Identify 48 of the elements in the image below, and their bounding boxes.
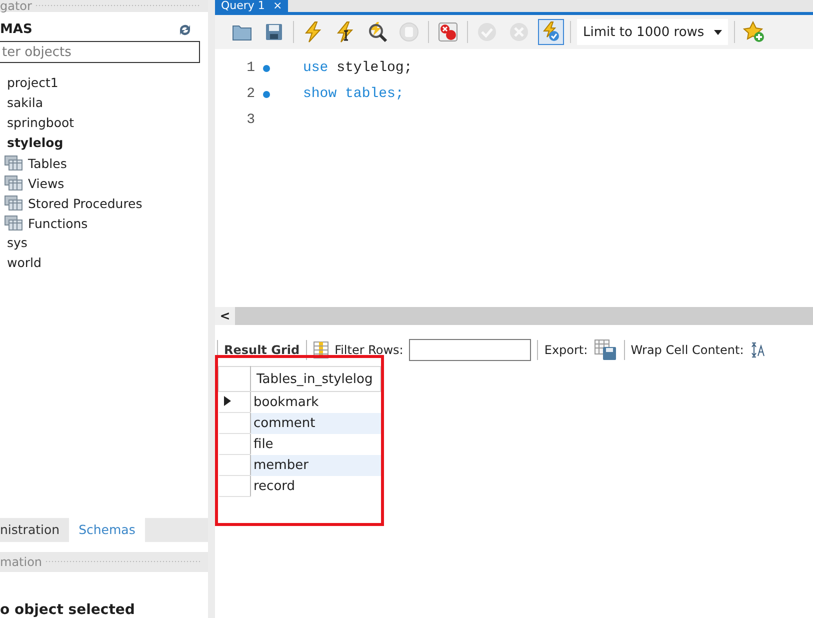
schema-object-item[interactable]: Stored Procedures: [28, 196, 142, 210]
table-cell[interactable]: comment: [250, 412, 380, 434]
sidebar-tab[interactable]: nistration: [0, 518, 69, 542]
schema-item[interactable]: springboot: [7, 113, 208, 133]
folder-icon: [4, 215, 24, 231]
filter-field[interactable]: ter objects: [0, 41, 200, 63]
schema-item[interactable]: sys: [7, 233, 208, 253]
schema-object-item[interactable]: Tables: [28, 156, 67, 170]
close-icon[interactable]: ×: [272, 0, 282, 12]
schema-item[interactable]: stylelog: [7, 133, 208, 153]
export-icon[interactable]: [594, 339, 618, 361]
current-row-icon: [224, 396, 230, 406]
table-cell[interactable]: member: [250, 454, 380, 476]
wrap-text-icon[interactable]: [750, 342, 766, 358]
wrap-cell-label: Wrap Cell Content:: [630, 343, 744, 357]
folder-icon: [4, 175, 24, 191]
result-grid-tab[interactable]: Result Grid: [224, 343, 300, 357]
schemas-title: MAS: [0, 22, 32, 37]
schema-object-item[interactable]: Views: [28, 176, 64, 190]
export-label: Export:: [544, 343, 588, 357]
caret-icon[interactable]: [714, 30, 722, 34]
line-number: 2: [246, 86, 255, 102]
schema-item[interactable]: sakila: [7, 93, 208, 113]
limit-dropdown[interactable]: Limit to 1000 rows: [577, 19, 728, 45]
table-cell[interactable]: record: [250, 476, 380, 496]
filter-rows-field[interactable]: [409, 339, 532, 361]
horizontal-scrollbar[interactable]: <: [215, 307, 813, 325]
navigator-header: gator: [0, 0, 208, 12]
sidebar-tab[interactable]: Schemas: [68, 518, 146, 542]
line-number: 1: [246, 60, 255, 76]
refresh-icon[interactable]: [178, 24, 192, 36]
filter-rows-label: Filter Rows:: [334, 343, 404, 357]
information-header: mation: [0, 552, 208, 572]
column-header[interactable]: Tables_in_stylelog: [250, 366, 380, 392]
folder-icon: [4, 195, 24, 211]
folder-icon: [4, 155, 24, 171]
query-tab[interactable]: Query 1 ×: [215, 0, 288, 12]
schema-item[interactable]: world: [7, 253, 208, 273]
autocommit-icon[interactable]: [538, 19, 564, 45]
schema-object-item[interactable]: Functions: [28, 216, 88, 230]
table-cell[interactable]: bookmark: [250, 392, 380, 412]
table-cell[interactable]: file: [250, 434, 380, 454]
information-text: o object selected: [0, 602, 136, 618]
schema-item[interactable]: project1: [7, 73, 208, 93]
scroll-left-icon[interactable]: <: [215, 307, 235, 325]
code-line: show tables;: [303, 86, 404, 102]
code-line: use stylelog;: [303, 60, 412, 76]
line-number: 3: [246, 112, 255, 128]
